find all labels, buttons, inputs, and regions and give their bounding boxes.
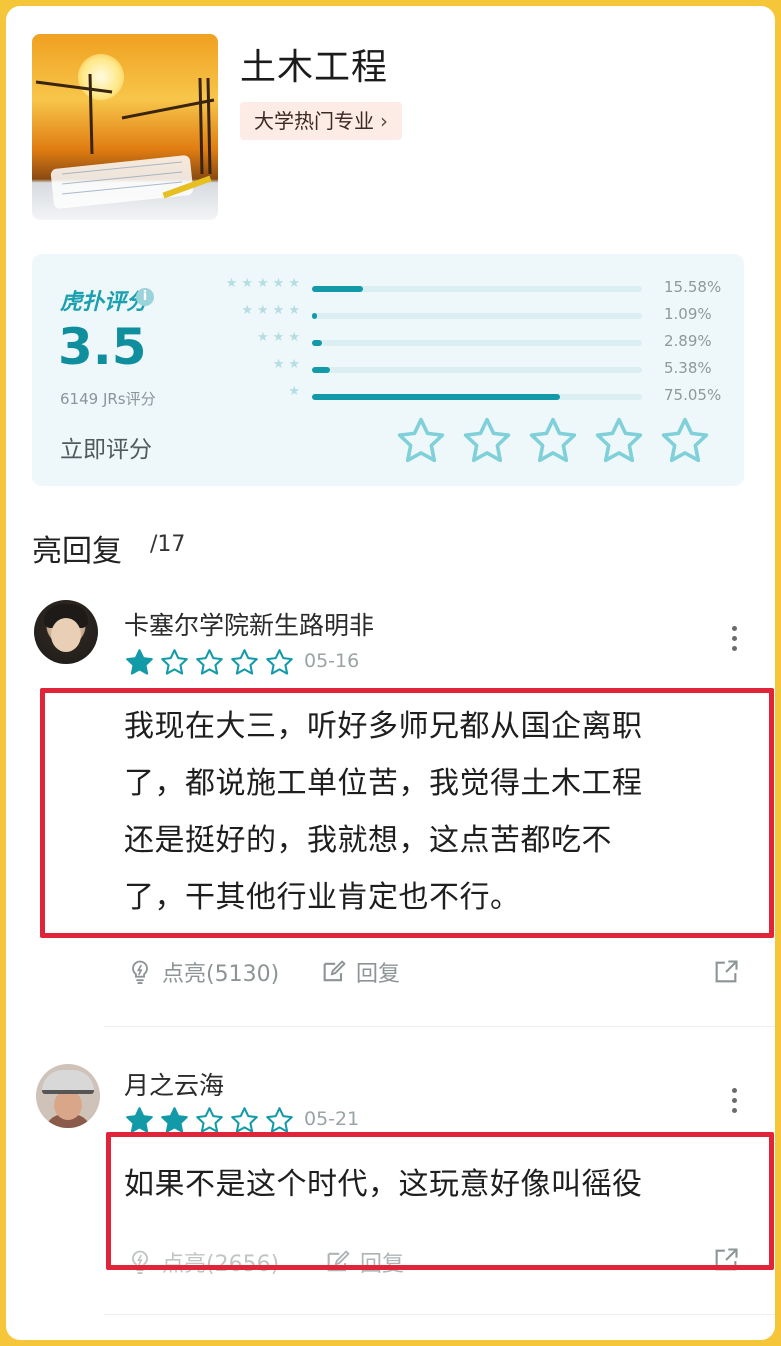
- category-tag-button[interactable]: 大学热门专业 ›: [240, 102, 402, 140]
- more-options-icon[interactable]: [732, 1088, 738, 1118]
- distribution-row: ★★ 5.38%: [32, 357, 744, 379]
- distribution-row: ★★★★ 1.09%: [32, 303, 744, 325]
- distribution-percent: 1.09%: [664, 305, 712, 323]
- star-level-icons: ★★★★: [241, 303, 304, 318]
- star-outline-icon[interactable]: [460, 414, 514, 468]
- avatar-hat: [42, 1070, 94, 1094]
- star-outline-icon[interactable]: [394, 414, 448, 468]
- distribution-bar-fill: [312, 313, 317, 319]
- star-level-icons: ★: [288, 384, 304, 399]
- distribution-percent: 75.05%: [664, 386, 722, 404]
- distribution-percent: 15.58%: [664, 278, 722, 296]
- comment-body: 我现在大三，听好多师兄都从国企离职 了，都说施工单位苦，我觉得土木工程 还是挺好…: [124, 698, 643, 926]
- distribution-bar: [312, 367, 642, 373]
- star-outline-icon: [231, 649, 258, 675]
- reply-button[interactable]: 回复: [320, 956, 400, 988]
- comment-divider: [104, 1026, 775, 1027]
- comment-line: 还是挺好的，我就想，这点苦都吃不: [124, 823, 612, 858]
- replies-count: /17: [150, 532, 186, 557]
- lightbulb-icon: [132, 960, 148, 985]
- distribution-bar-fill: [312, 394, 560, 400]
- star-level-icons: ★★: [272, 357, 304, 372]
- distribution-bar: [312, 340, 642, 346]
- comment-line: 了，都说施工单位苦，我觉得土木工程: [124, 766, 643, 801]
- distribution-row: ★★★★★ 15.58%: [32, 276, 744, 298]
- star-outline-icon[interactable]: [592, 414, 646, 468]
- chevron-right-icon: ›: [380, 109, 388, 133]
- reply-label: 回复: [356, 962, 401, 987]
- category-tag-label: 大学热门专业: [254, 109, 374, 133]
- rating-panel: 虎扑评分 i 3.5 6149 JRs评分 立即评分 ★★★★★ 15.58% …: [32, 254, 744, 486]
- star-filled-icon: [126, 649, 153, 675]
- avatar-face: [51, 618, 81, 652]
- star-level-icons: ★★★★★: [225, 276, 304, 291]
- avatar-face: [54, 1090, 82, 1120]
- avatar[interactable]: [36, 1064, 100, 1128]
- comment-divider: [104, 1314, 775, 1315]
- distribution-bar: [312, 286, 642, 292]
- rate-stars: [394, 414, 712, 468]
- distribution-bar: [312, 394, 642, 400]
- comment-line: 我现在大三，听好多师兄都从国企离职: [124, 709, 643, 744]
- more-options-icon[interactable]: [732, 626, 738, 656]
- star-level-icons: ★★★: [257, 330, 304, 345]
- star-outline-icon[interactable]: [526, 414, 580, 468]
- edit-reply-icon: [323, 960, 346, 982]
- rate-now-label: 立即评分: [60, 437, 152, 463]
- distribution-row: ★★★ 2.89%: [32, 330, 744, 352]
- share-icon[interactable]: [712, 958, 740, 986]
- star-outline-icon: [196, 649, 223, 675]
- comment-line: 了，干其他行业肯定也不行。: [124, 880, 521, 915]
- distribution-bar-fill: [312, 340, 322, 346]
- like-label: 点亮(5130): [162, 962, 280, 987]
- major-detail-card: 土木工程 大学热门专业 › 虎扑评分 i 3.5 6149 JRs评分 立即评分 …: [6, 6, 775, 1340]
- star-outline-icon: [266, 649, 293, 675]
- like-button[interactable]: 点亮(5130): [126, 956, 279, 988]
- comment-date: 05-21: [304, 1108, 360, 1130]
- page-title: 土木工程: [240, 47, 389, 88]
- distribution-bar-fill: [312, 367, 330, 373]
- major-cover-image: [32, 34, 218, 220]
- comment-star-rating: [124, 647, 295, 678]
- comment-username[interactable]: 卡塞尔学院新生路明非: [124, 606, 374, 642]
- distribution-row: ★ 75.05%: [32, 384, 744, 406]
- comment-username[interactable]: 月之云海: [124, 1066, 224, 1102]
- avatar[interactable]: [34, 600, 98, 664]
- construction-crane-graphic: [35, 73, 215, 209]
- distribution-percent: 2.89%: [664, 332, 712, 350]
- comment-date: 05-16: [304, 650, 360, 672]
- distribution-bar-fill: [312, 286, 364, 292]
- distribution-bar: [312, 313, 642, 319]
- replies-section-title: 亮回复: [32, 534, 122, 569]
- highlight-box: [106, 1132, 774, 1270]
- star-outline-icon[interactable]: [658, 414, 712, 468]
- distribution-percent: 5.38%: [664, 359, 712, 377]
- star-outline-icon: [161, 649, 188, 675]
